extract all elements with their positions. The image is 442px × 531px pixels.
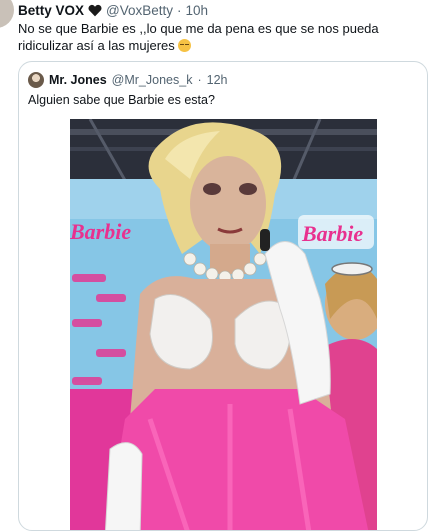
- quoted-author-avatar[interactable]: [28, 72, 44, 88]
- separator-dot: ·: [177, 2, 182, 18]
- author-avatar[interactable]: [0, 0, 14, 28]
- black-heart-icon: [88, 4, 102, 16]
- quoted-author-name[interactable]: Mr. Jones: [49, 73, 107, 87]
- subject-face: [190, 156, 266, 252]
- quoted-tweet-header: Mr. Jones @Mr_Jones_k · 12h: [28, 71, 227, 89]
- quoted-author-handle[interactable]: @Mr_Jones_k: [112, 73, 193, 87]
- pink-dress: [106, 389, 369, 530]
- tweet-body: No se que Barbie es ,,lo que me da pena …: [18, 21, 379, 53]
- quoted-tweet-timestamp[interactable]: 12h: [207, 73, 228, 87]
- white-glove-left: [104, 442, 143, 530]
- tweet[interactable]: Betty VOX @VoxBetty · 10h No se que Barb…: [0, 0, 442, 531]
- author-handle[interactable]: @VoxBetty: [106, 3, 173, 18]
- author-name[interactable]: Betty VOX: [18, 3, 84, 18]
- media-photo: Barbie Barbie: [70, 119, 377, 530]
- tweet-text: No se que Barbie es ,,lo que me da pena …: [18, 20, 428, 54]
- barbie-sign-left: Barbie: [70, 219, 131, 244]
- microphone: [260, 229, 270, 251]
- quoted-tweet-text: Alguien sabe que Barbie es esta?: [28, 93, 215, 107]
- tweet-timestamp[interactable]: 10h: [186, 3, 209, 18]
- pensive-face-icon: [178, 39, 192, 52]
- quoted-tweet-media[interactable]: Barbie Barbie: [70, 119, 377, 530]
- quoted-tweet[interactable]: Mr. Jones @Mr_Jones_k · 12h Alguien sabe…: [18, 61, 428, 531]
- separator-dot: ·: [197, 73, 202, 87]
- tweet-header: Betty VOX @VoxBetty · 10h: [18, 1, 208, 19]
- barbie-sign-right: Barbie: [301, 221, 363, 246]
